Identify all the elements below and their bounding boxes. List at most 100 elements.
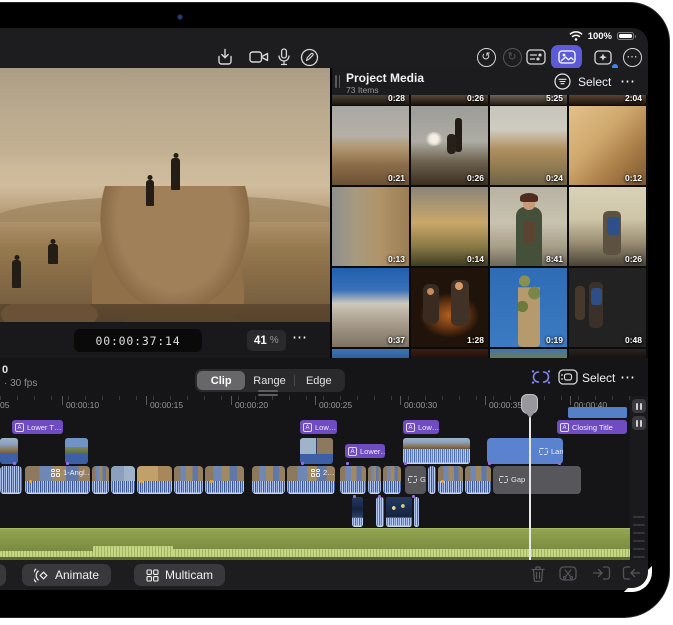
effects-button[interactable] (592, 46, 616, 68)
media-thumbnail[interactable]: 0:19 (490, 268, 567, 347)
effects-icon (594, 49, 614, 66)
media-thumbnail[interactable]: 0:48 (569, 268, 646, 347)
media-thumbnail[interactable]: 0:26 (411, 95, 488, 105)
delete-button[interactable] (530, 565, 546, 583)
title-clip[interactable]: A Low… (403, 420, 439, 434)
media-more-button[interactable]: ⋯ (620, 72, 636, 90)
enhance-button[interactable] (530, 368, 552, 386)
gap-icon (499, 476, 508, 483)
timeline-more-button[interactable]: ⋯ (620, 368, 636, 386)
media-thumbnail[interactable]: 0:21 (332, 106, 409, 185)
media-thumbnail[interactable] (332, 349, 409, 358)
media-thumbnail[interactable] (411, 349, 488, 358)
title-clip[interactable]: A Lower… (345, 444, 385, 458)
timeline-select-button[interactable]: Select (582, 371, 615, 385)
timeline-scroll-column[interactable] (630, 396, 648, 560)
timeline-clip[interactable] (376, 497, 384, 527)
media-thumbnail[interactable]: 0:14 (411, 187, 488, 266)
viewer-more-button[interactable]: ⋯ (292, 328, 308, 346)
media-thumbnail[interactable]: 2:04 (569, 95, 646, 105)
playhead-line[interactable] (529, 398, 531, 560)
timeline-clip[interactable] (0, 466, 22, 494)
timeline-clip[interactable] (352, 497, 363, 527)
clip-label: Lower T… (27, 423, 61, 432)
clip-label: Closing Title (572, 423, 613, 432)
timeline-clip[interactable] (414, 497, 419, 527)
clip-label: 1-Angl… (51, 468, 90, 477)
person-silhouette (146, 180, 154, 206)
undo-button[interactable]: ↺ (474, 46, 498, 68)
media-thumbnail[interactable]: 8:41 (490, 187, 567, 266)
clip-duration: 0:19 (546, 335, 563, 345)
animate-icon (34, 568, 49, 583)
media-thumbnail[interactable]: 5:25 (490, 95, 567, 105)
timeline-clip[interactable] (428, 466, 436, 494)
import-button[interactable] (213, 46, 237, 68)
overlay-button[interactable] (558, 369, 578, 385)
media-thumbnail[interactable]: 0:24 (490, 106, 567, 185)
blade-button[interactable] (559, 565, 577, 582)
timecode-display[interactable]: 00:00:37:14 (74, 329, 202, 352)
title-clip[interactable]: A Closing Title (557, 420, 627, 434)
media-browser-button[interactable] (551, 45, 582, 69)
redo-button[interactable]: ↻ (500, 46, 524, 68)
tab-clip[interactable]: Clip (197, 371, 245, 390)
multicam-button[interactable]: Multicam (134, 564, 225, 586)
voiceover-mic-button[interactable] (272, 46, 296, 68)
timeline-clip[interactable] (111, 466, 135, 494)
media-thumbnail[interactable]: 0:28 (332, 95, 409, 105)
viewer-preview[interactable]: 00:00:37:14 41 % ⋯ (0, 68, 330, 358)
timeline-clip[interactable] (300, 438, 333, 464)
tab-range[interactable]: Range (245, 371, 293, 390)
timeline-clip[interactable] (205, 466, 244, 494)
media-select-button[interactable]: Select (578, 75, 611, 89)
timeline-clip[interactable]: 1-Angl… (25, 466, 90, 494)
trash-icon (530, 565, 546, 583)
more-button[interactable]: ⋯ (620, 46, 644, 68)
timeline-clip[interactable] (465, 466, 491, 494)
media-thumbnail[interactable]: 0:13 (332, 187, 409, 266)
timeline-clip[interactable] (65, 438, 88, 464)
scroll-button[interactable] (632, 399, 646, 413)
playhead-handle[interactable] (521, 394, 538, 414)
zoom-level-button[interactable]: 41 % (247, 330, 286, 351)
cut-off-button[interactable] (0, 564, 6, 586)
title-clip[interactable]: A Low… (300, 420, 337, 434)
gap-clip[interactable]: G… (405, 466, 426, 494)
record-camera-button[interactable] (247, 46, 271, 68)
timeline-clip[interactable] (438, 466, 463, 494)
timeline-clip[interactable] (92, 466, 109, 494)
timeline-clip-landscape[interactable]: Landscap… (487, 438, 563, 464)
media-thumbnail[interactable] (490, 349, 567, 358)
timeline-clip[interactable] (252, 466, 285, 494)
timeline-clip[interactable] (403, 438, 470, 464)
music-clip[interactable] (0, 528, 630, 560)
timeline-clip[interactable] (386, 497, 412, 527)
timeline-clip[interactable] (340, 466, 366, 494)
tab-edge[interactable]: Edge (295, 371, 343, 390)
timeline-clip[interactable] (383, 466, 401, 494)
timeline-clip[interactable]: 2… (287, 466, 335, 494)
title-clip[interactable]: A Lower T… (12, 420, 63, 434)
media-thumbnail[interactable]: 1:28 (411, 268, 488, 347)
timeline-clip[interactable] (137, 466, 172, 494)
media-thumbnail[interactable]: 0:26 (569, 187, 646, 266)
gap-clip[interactable]: Gap (493, 466, 581, 494)
panel-grip[interactable] (335, 75, 341, 88)
panel-resize-handle[interactable] (258, 390, 278, 396)
scroll-button[interactable] (632, 416, 646, 430)
pencil-tool-button[interactable] (297, 46, 321, 68)
filter-button[interactable] (554, 73, 571, 90)
media-thumbnail[interactable]: 0:12 (569, 106, 646, 185)
media-thumbnail[interactable] (569, 349, 646, 358)
person-silhouette (171, 158, 180, 190)
timeline-clip[interactable] (568, 407, 627, 418)
timeline-clip[interactable] (368, 466, 381, 494)
media-thumbnail[interactable]: 0:26 (411, 106, 488, 185)
timeline-clip[interactable] (174, 466, 203, 494)
timeline-clip[interactable] (0, 438, 18, 464)
media-thumbnail[interactable]: 0:37 (332, 268, 409, 347)
animate-button[interactable]: Animate (22, 564, 111, 586)
inspector-button[interactable] (524, 46, 548, 68)
overwrite-button[interactable] (592, 565, 611, 581)
